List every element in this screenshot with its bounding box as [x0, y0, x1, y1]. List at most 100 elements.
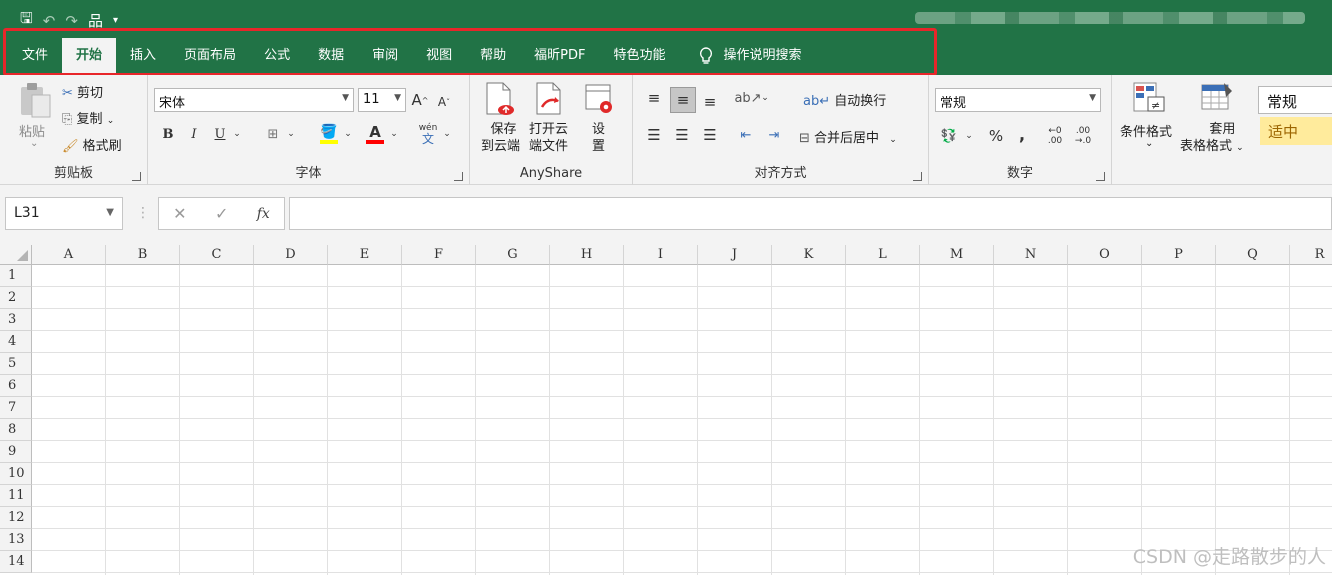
wrap-text-button[interactable]: ab↵ 自动换行 [803, 90, 886, 109]
tab-insert[interactable]: 插入 [116, 38, 170, 74]
tab-data[interactable]: 数据 [304, 38, 358, 74]
tab-help[interactable]: 帮助 [466, 38, 520, 74]
copy-dropdown-icon[interactable]: ⌄ [107, 116, 115, 126]
tell-me-search[interactable]: 操作说明搜索 [679, 38, 815, 74]
open-cloud-file-label[interactable]: 打开云 端文件 [529, 121, 568, 155]
row-header-5[interactable]: 5 [0, 353, 32, 375]
tab-special-features[interactable]: 特色功能 [599, 38, 679, 74]
align-middle-icon[interactable]: ≡ [670, 87, 696, 113]
borders-dropdown-icon[interactable]: ⌄ [284, 123, 298, 145]
cell-area[interactable] [32, 265, 1332, 575]
column-header-i[interactable]: I [624, 245, 698, 265]
column-header-f[interactable]: F [402, 245, 476, 265]
column-header-g[interactable]: G [476, 245, 550, 265]
number-format-combo[interactable]: 常规 ▼ [935, 88, 1101, 112]
row-header-3[interactable]: 3 [0, 309, 32, 331]
format-as-table-label[interactable]: 套用 表格格式 ⌄ [1180, 121, 1244, 157]
cell-style-normal[interactable]: 常规 [1258, 86, 1332, 114]
enter-icon[interactable]: ✓ [215, 204, 228, 223]
column-header-j[interactable]: J [698, 245, 772, 265]
clipboard-launcher-icon[interactable] [132, 172, 141, 181]
increase-decimal-button[interactable]: ←0.00 [1043, 123, 1067, 149]
settings-label[interactable]: 设置 [592, 121, 605, 155]
column-header-c[interactable]: C [180, 245, 254, 265]
tab-file[interactable]: 文件 [8, 38, 62, 74]
column-header-p[interactable]: P [1142, 245, 1216, 265]
align-right-icon[interactable]: ☰ [699, 124, 721, 146]
fill-color-dropdown-icon[interactable]: ⌄ [341, 123, 355, 145]
name-box-dropdown-icon[interactable]: ▼ [106, 207, 114, 218]
orientation-dropdown-icon[interactable]: ⌄ [759, 87, 771, 109]
tab-review[interactable]: 审阅 [358, 38, 412, 74]
column-header-n[interactable]: N [994, 245, 1068, 265]
column-header-r[interactable]: R [1290, 245, 1332, 265]
accounting-format-icon[interactable]: 💱 [937, 125, 961, 147]
font-name-combo[interactable]: 宋体 ▼ [154, 88, 354, 112]
font-size-combo[interactable]: 11 ▼ [358, 88, 406, 112]
format-as-table-icon[interactable] [1200, 81, 1234, 115]
alignment-launcher-icon[interactable] [913, 172, 922, 181]
row-header-9[interactable]: 9 [0, 441, 32, 463]
column-header-h[interactable]: H [550, 245, 624, 265]
save-to-cloud-icon[interactable] [484, 81, 516, 117]
paste-dropdown-icon[interactable]: ⌄ [30, 138, 38, 149]
tab-home[interactable]: 开始 [62, 38, 117, 76]
orientation-icon[interactable]: ab↗ [734, 87, 761, 109]
bold-button[interactable]: B [158, 123, 178, 145]
select-all-corner[interactable] [0, 245, 32, 265]
decrease-indent-icon[interactable]: ⇤ [735, 124, 757, 146]
row-header-1[interactable]: 1 [0, 265, 32, 287]
name-box[interactable]: L31 ▼ [5, 197, 123, 230]
redo-icon[interactable]: ↷ [65, 12, 78, 30]
phonetic-dropdown-icon[interactable]: ⌄ [440, 123, 454, 145]
number-launcher-icon[interactable] [1096, 172, 1105, 181]
settings-gear-icon[interactable] [584, 81, 616, 117]
align-left-icon[interactable]: ☰ [643, 124, 665, 146]
accounting-dropdown-icon[interactable]: ⌄ [963, 125, 975, 147]
save-to-cloud-label[interactable]: 保存 到云端 [481, 121, 520, 155]
row-header-7[interactable]: 7 [0, 397, 32, 419]
open-cloud-file-icon[interactable] [534, 81, 566, 117]
row-header-14[interactable]: 14 [0, 551, 32, 573]
align-top-icon[interactable]: ≡ [643, 87, 665, 109]
row-header-2[interactable]: 2 [0, 287, 32, 309]
underline-button[interactable]: U [210, 123, 230, 145]
column-header-d[interactable]: D [254, 245, 328, 265]
font-color-dropdown-icon[interactable]: ⌄ [387, 123, 401, 145]
insert-function-icon[interactable]: fx [257, 206, 270, 222]
font-launcher-icon[interactable] [454, 172, 463, 181]
column-header-e[interactable]: E [328, 245, 402, 265]
column-header-l[interactable]: L [846, 245, 920, 265]
italic-button[interactable]: I [184, 123, 204, 145]
merge-dropdown-icon[interactable]: ⌄ [889, 135, 897, 145]
row-header-11[interactable]: 11 [0, 485, 32, 507]
formula-input[interactable] [289, 197, 1332, 230]
comma-style-button[interactable]: , [1013, 123, 1031, 145]
font-color-button[interactable]: A [364, 121, 386, 147]
customize-qat-icon[interactable]: ▾ [113, 15, 118, 26]
align-bottom-icon[interactable]: ≡ [699, 91, 721, 113]
increase-indent-icon[interactable]: ⇥ [763, 124, 785, 146]
paste-icon[interactable] [18, 81, 52, 119]
tab-view[interactable]: 视图 [412, 38, 466, 74]
row-header-13[interactable]: 13 [0, 529, 32, 551]
decrease-decimal-button[interactable]: .00 →.0 [1071, 123, 1095, 149]
tab-page-layout[interactable]: 页面布局 [170, 38, 250, 74]
row-header-4[interactable]: 4 [0, 331, 32, 353]
copy-button[interactable]: ⎘ 复制 ⌄ [62, 108, 114, 127]
column-header-a[interactable]: A [32, 245, 106, 265]
tab-foxit-pdf[interactable]: 福昕PDF [520, 38, 599, 74]
column-header-m[interactable]: M [920, 245, 994, 265]
borders-icon[interactable]: ⊞ [262, 123, 284, 145]
save-icon[interactable]: 🖫 [20, 8, 33, 33]
phonetic-guide-button[interactable]: wén 文 [416, 119, 440, 149]
cell-style-neutral[interactable]: 适中 [1260, 117, 1332, 145]
shrink-font-button[interactable]: Aˇ [434, 91, 454, 113]
percent-style-button[interactable]: % [985, 125, 1007, 147]
row-header-6[interactable]: 6 [0, 375, 32, 397]
column-header-b[interactable]: B [106, 245, 180, 265]
conditional-dropdown-icon[interactable]: ⌄ [1145, 138, 1153, 149]
cancel-icon[interactable]: ✕ [173, 204, 186, 223]
merge-center-button[interactable]: ⊟ 合并后居中 ⌄ [799, 127, 897, 146]
row-header-10[interactable]: 10 [0, 463, 32, 485]
